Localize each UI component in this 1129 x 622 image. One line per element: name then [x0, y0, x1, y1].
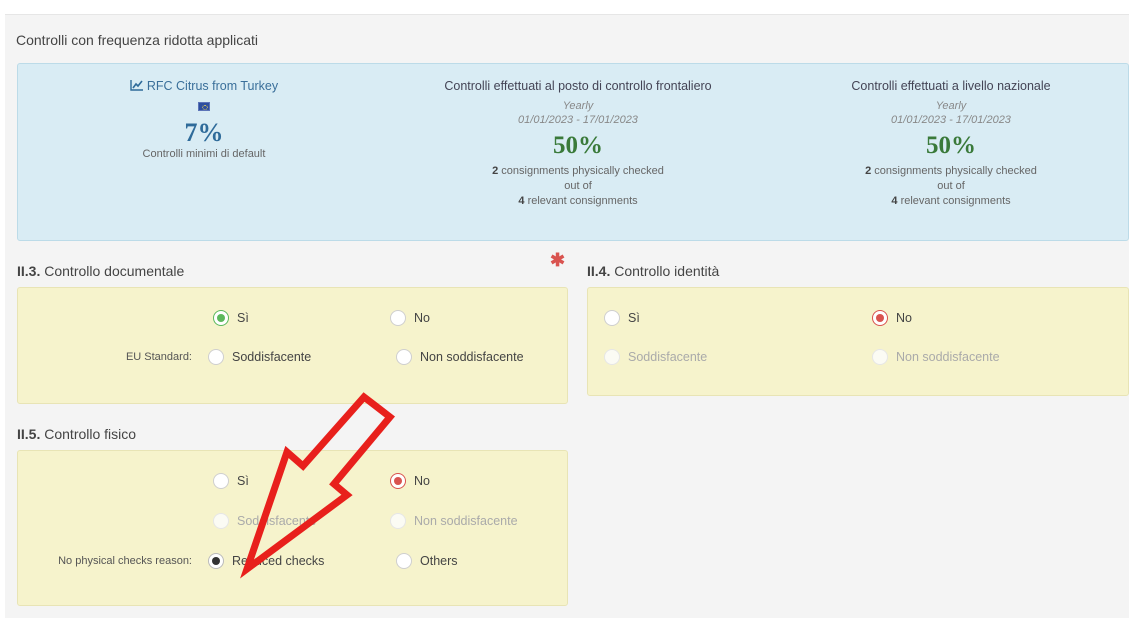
- border-percentage: 50%: [553, 132, 603, 159]
- national-relevant-count: 4: [891, 195, 898, 207]
- physical-check-panel: Sì No Soddisfacente Non soddisfacente No…: [17, 450, 568, 606]
- physical-satisfactory-radio[interactable]: Soddisfacente: [213, 513, 316, 529]
- rfc-column: RFC Citrus from Turkey 7% Controlli mini…: [118, 79, 290, 160]
- radio-empty-icon: [390, 513, 406, 529]
- physical-check-yes-radio[interactable]: Sì: [213, 473, 249, 489]
- radio-empty-icon: [390, 310, 406, 326]
- line-chart-icon: [130, 79, 144, 94]
- border-range: 01/01/2023 - 17/01/2023: [518, 114, 638, 126]
- national-control-column: Controlli effettuati a livello nazionale…: [831, 79, 1071, 209]
- reason-others-radio[interactable]: Others: [396, 553, 458, 569]
- identity-check-panel: Sì No Soddisfacente Non soddisfacente: [587, 287, 1129, 396]
- national-control-title: Controlli effettuati a livello nazionale: [851, 79, 1051, 93]
- doc-check-heading: II.3. Controllo documentale: [17, 263, 185, 279]
- section-title: Controlli con frequenza ridotta applicat…: [16, 32, 259, 48]
- national-period: Yearly: [935, 100, 967, 112]
- radio-selected-icon: [390, 473, 406, 489]
- radio-empty-icon: [396, 349, 412, 365]
- identity-unsatisfactory-radio[interactable]: Non soddisfacente: [872, 349, 1000, 365]
- radio-empty-icon: [872, 349, 888, 365]
- radio-empty-icon: [208, 349, 224, 365]
- physical-check-no-radio[interactable]: No: [390, 473, 430, 489]
- identity-check-yes-radio[interactable]: Sì: [604, 310, 640, 326]
- doc-check-panel: Sì No EU Standard: Soddisfacente Non sod…: [17, 287, 568, 404]
- border-control-title: Controlli effettuati al posto di control…: [444, 79, 712, 93]
- identity-satisfactory-radio[interactable]: Soddisfacente: [604, 349, 707, 365]
- identity-check-heading: II.4. Controllo identità: [587, 263, 720, 279]
- eu-flag-icon: [198, 102, 210, 111]
- border-relevant-count: 4: [518, 195, 525, 207]
- border-checked-count: 2: [492, 165, 499, 177]
- radio-selected-icon: [213, 310, 229, 326]
- border-period: Yearly: [562, 100, 594, 112]
- rfc-title[interactable]: RFC Citrus from Turkey: [147, 79, 278, 93]
- radio-selected-icon: [872, 310, 888, 326]
- doc-satisfactory-radio[interactable]: Soddisfacente: [208, 349, 311, 365]
- reason-reduced-checks-radio[interactable]: Reduced checks: [208, 553, 324, 569]
- radio-empty-icon: [213, 473, 229, 489]
- doc-check-yes-radio[interactable]: Sì: [213, 310, 249, 326]
- rfc-note: Controlli minimi di default: [142, 148, 266, 160]
- physical-check-heading: II.5. Controllo fisico: [17, 426, 137, 442]
- doc-unsatisfactory-radio[interactable]: Non soddisfacente: [396, 349, 524, 365]
- physical-unsatisfactory-radio[interactable]: Non soddisfacente: [390, 513, 518, 529]
- identity-check-no-radio[interactable]: No: [872, 310, 912, 326]
- radio-selected-icon: [208, 553, 224, 569]
- national-checked-count: 2: [865, 165, 872, 177]
- radio-empty-icon: [604, 310, 620, 326]
- radio-empty-icon: [213, 513, 229, 529]
- doc-check-no-radio[interactable]: No: [390, 310, 430, 326]
- national-percentage: 50%: [926, 132, 976, 159]
- eu-standard-label: EU Standard:: [125, 351, 192, 363]
- border-control-column: Controlli effettuati al posto di control…: [428, 79, 728, 209]
- radio-empty-icon: [396, 553, 412, 569]
- controls-info-box: RFC Citrus from Turkey 7% Controlli mini…: [17, 63, 1129, 241]
- radio-empty-icon: [604, 349, 620, 365]
- required-asterisk-icon: ✱: [550, 250, 566, 270]
- national-range: 01/01/2023 - 17/01/2023: [891, 114, 1011, 126]
- rfc-percentage: 7%: [184, 118, 224, 147]
- no-physical-checks-reason-label: No physical checks reason:: [58, 555, 192, 567]
